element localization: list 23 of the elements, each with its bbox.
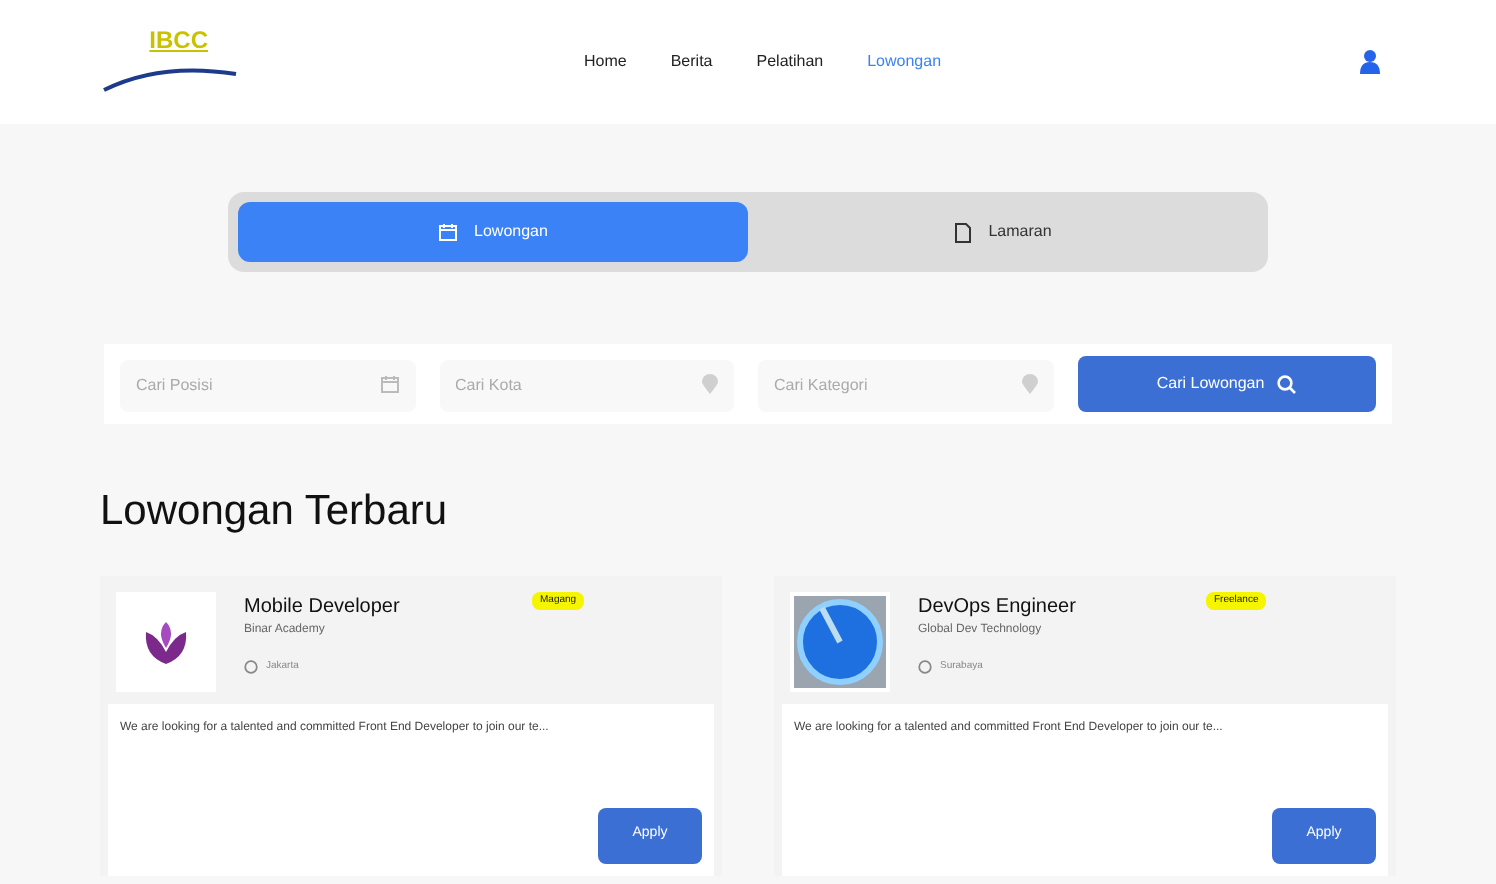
job-title: Mobile Developer [244,593,402,621]
nav-link[interactable]: Lowongan [867,50,942,74]
filter-field[interactable]: Cari Kategori [758,359,1054,411]
nav-link[interactable]: Home [584,50,627,74]
filter-field[interactable]: Cari Posisi [120,359,416,411]
pin-icon [702,374,719,394]
section-title: Lowongan Terbaru [100,486,450,538]
nav-link[interactable]: Pelatihan [756,50,824,74]
tab[interactable]: Lowongan [238,202,748,262]
calendar-icon [379,374,400,394]
calendar-icon [438,222,459,242]
user-icon[interactable] [1360,50,1380,74]
filter-field[interactable]: Cari Kota [439,359,735,411]
dial-logo-icon [794,595,886,687]
job-title: DevOps Engineer [918,593,1078,621]
search-button[interactable]: Cari Lowongan [1077,356,1377,412]
document-icon [954,221,973,243]
clock-icon [918,659,932,674]
clock-icon [244,659,258,674]
pin-icon [1021,374,1038,394]
search-icon [1276,374,1297,394]
tab[interactable]: Lamaran [748,202,1258,262]
nav-link[interactable]: Berita [670,50,713,74]
